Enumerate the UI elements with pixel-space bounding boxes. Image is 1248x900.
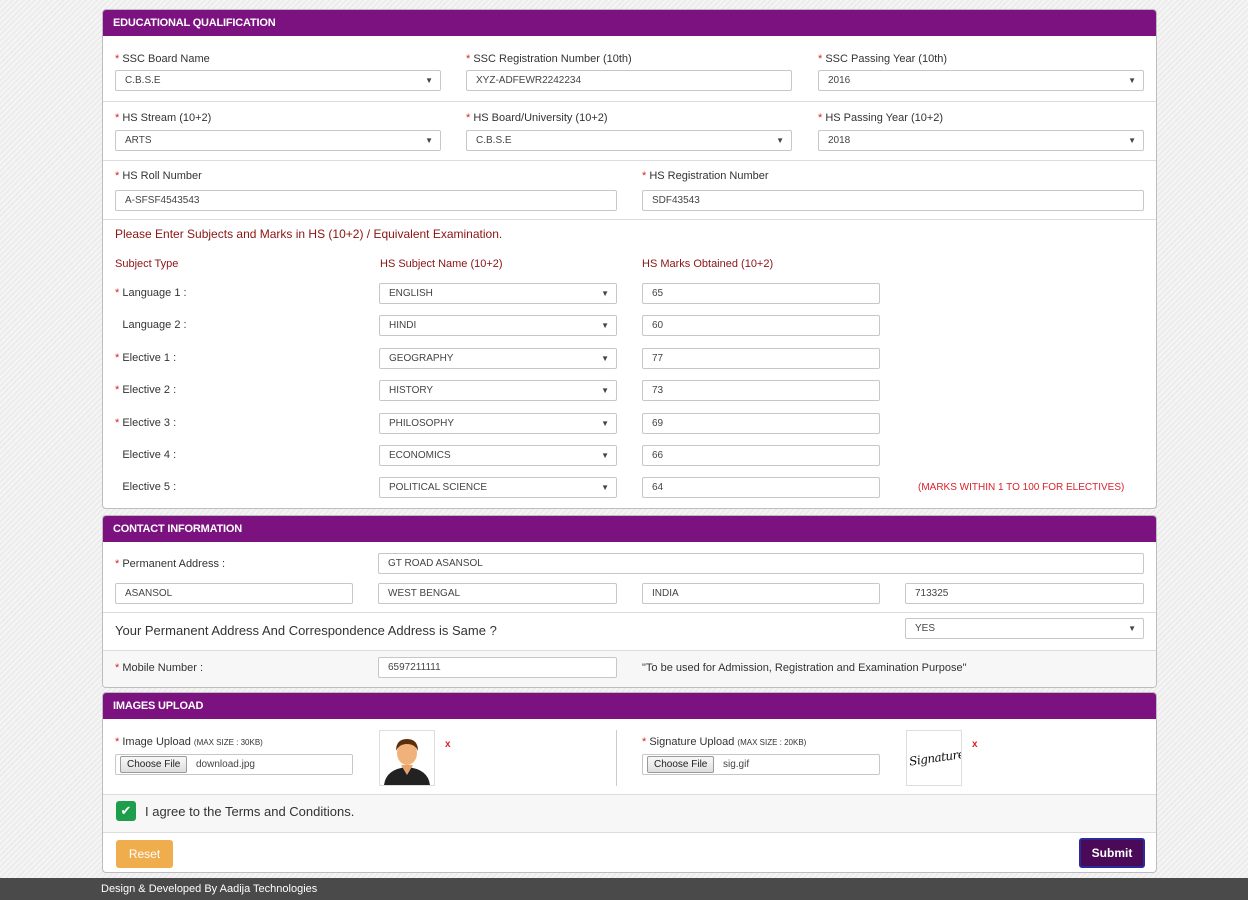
city-input[interactable]: ASANSOL [115, 583, 353, 604]
contact-information-heading: CONTACT INFORMATION [103, 516, 1156, 542]
subject-type-column-header: Subject Type [115, 258, 179, 270]
check-icon: ✔ [120, 803, 132, 818]
contact-information-panel: CONTACT INFORMATION * Permanent Address … [102, 515, 1157, 688]
marks-input[interactable]: 60 [642, 315, 880, 336]
chevron-down-icon: ▼ [601, 289, 609, 298]
chevron-down-icon: ▼ [1128, 624, 1136, 633]
hs-board-select[interactable]: C.B.S.E ▼ [466, 130, 792, 151]
mobile-number-note: "To be used for Admission, Registration … [642, 662, 967, 674]
hs-roll-input[interactable]: A-SFSF4543543 [115, 190, 617, 211]
ssc-passing-year-label: * SSC Passing Year (10th) [818, 53, 948, 65]
footer-credit: Design & Developed By Aadija Technologie… [0, 878, 1248, 900]
chevron-down-icon: ▼ [1128, 76, 1136, 85]
signature-file-input[interactable]: Choose File sig.gif [642, 754, 880, 775]
signature-file-name: sig.gif [723, 759, 750, 770]
subject-type-label: * Elective 3 : [115, 417, 177, 429]
subject-name-select[interactable]: POLITICAL SCIENCE ▼ [379, 477, 617, 498]
educational-qualification-panel: EDUCATIONAL QUALIFICATION * SSC Board Na… [102, 9, 1157, 509]
marks-input[interactable]: 77 [642, 348, 880, 369]
subject-name-column-header: HS Subject Name (10+2) [380, 258, 503, 270]
chevron-down-icon: ▼ [601, 321, 609, 330]
marks-note: (MARKS WITHIN 1 TO 100 FOR ELECTIVES) [918, 482, 1125, 493]
hs-registration-input[interactable]: SDF43543 [642, 190, 1144, 211]
subject-name-select[interactable]: ECONOMICS ▼ [379, 445, 617, 466]
chevron-down-icon: ▼ [776, 136, 784, 145]
remove-signature-icon[interactable]: x [972, 739, 978, 750]
marks-column-header: HS Marks Obtained (10+2) [642, 258, 774, 270]
ssc-board-label: * SSC Board Name [115, 53, 210, 65]
ssc-passing-year-select[interactable]: 2016 ▼ [818, 70, 1144, 91]
subject-name-select[interactable]: PHILOSOPHY ▼ [379, 413, 617, 434]
signature-choose-file-button[interactable]: Choose File [647, 756, 715, 773]
reset-button[interactable]: Reset [116, 840, 173, 868]
marks-input[interactable]: 66 [642, 445, 880, 466]
submit-button[interactable]: Submit [1079, 838, 1145, 868]
mobile-number-label: * Mobile Number : [115, 662, 204, 674]
subject-type-label: * Language 2 : [122, 319, 187, 331]
images-upload-panel: IMAGES UPLOAD * Image Upload (MAX SIZE :… [102, 692, 1157, 873]
country-input[interactable]: INDIA [642, 583, 880, 604]
chevron-down-icon: ▼ [601, 354, 609, 363]
subject-type-label: * Elective 4 : [122, 449, 177, 461]
subject-name-select[interactable]: GEOGRAPHY ▼ [379, 348, 617, 369]
signature-preview: Signature [906, 730, 962, 786]
address-line-input[interactable]: GT ROAD ASANSOL [378, 553, 1144, 574]
same-address-question: Your Permanent Address And Correspondenc… [115, 623, 497, 638]
ssc-board-select[interactable]: C.B.S.E ▼ [115, 70, 441, 91]
hs-passing-year-label: * HS Passing Year (10+2) [818, 112, 944, 124]
image-choose-file-button[interactable]: Choose File [120, 756, 188, 773]
chevron-down-icon: ▼ [1128, 136, 1136, 145]
subject-name-select[interactable]: HINDI ▼ [379, 315, 617, 336]
chevron-down-icon: ▼ [601, 386, 609, 395]
subject-type-label: * Elective 5 : [122, 481, 177, 493]
image-file-name: download.jpg [196, 759, 255, 770]
same-address-select[interactable]: YES ▼ [905, 618, 1144, 639]
image-file-input[interactable]: Choose File download.jpg [115, 754, 353, 775]
state-input[interactable]: WEST BENGAL [378, 583, 617, 604]
subject-name-select[interactable]: HISTORY ▼ [379, 380, 617, 401]
pin-input[interactable]: 713325 [905, 583, 1144, 604]
terms-label: I agree to the Terms and Conditions. [145, 804, 355, 819]
hs-registration-label: * HS Registration Number [642, 170, 769, 182]
subjects-section-title: Please Enter Subjects and Marks in HS (1… [115, 227, 503, 241]
hs-passing-year-select[interactable]: 2018 ▼ [818, 130, 1144, 151]
educational-qualification-heading: EDUCATIONAL QUALIFICATION [103, 10, 1156, 36]
ssc-registration-label: * SSC Registration Number (10th) [466, 53, 632, 65]
hs-board-label: * HS Board/University (10+2) [466, 112, 608, 124]
remove-image-icon[interactable]: x [445, 739, 451, 750]
subject-name-select[interactable]: ENGLISH ▼ [379, 283, 617, 304]
marks-input[interactable]: 64 [642, 477, 880, 498]
subject-type-label: * Elective 1 : [115, 352, 177, 364]
chevron-down-icon: ▼ [601, 483, 609, 492]
marks-input[interactable]: 65 [642, 283, 880, 304]
terms-checkbox[interactable]: ✔ [116, 801, 136, 821]
chevron-down-icon: ▼ [425, 136, 433, 145]
mobile-number-input[interactable]: 6597211111 [378, 657, 617, 678]
marks-input[interactable]: 69 [642, 413, 880, 434]
hs-stream-select[interactable]: ARTS ▼ [115, 130, 441, 151]
images-upload-heading: IMAGES UPLOAD [103, 693, 1156, 719]
ssc-registration-input[interactable]: XYZ-ADFEWR2242234 [466, 70, 792, 91]
chevron-down-icon: ▼ [425, 76, 433, 85]
hs-roll-label: * HS Roll Number [115, 170, 202, 182]
chevron-down-icon: ▼ [601, 451, 609, 460]
hs-stream-label: * HS Stream (10+2) [115, 112, 212, 124]
user-photo-preview [379, 730, 435, 786]
subject-type-label: * Elective 2 : [115, 384, 177, 396]
marks-input[interactable]: 73 [642, 380, 880, 401]
signature-upload-label: * Signature Upload (MAX SIZE : 20KB) [642, 736, 807, 748]
permanent-address-label: * Permanent Address : [115, 558, 226, 570]
subject-type-label: * Language 1 : [115, 287, 187, 299]
chevron-down-icon: ▼ [601, 419, 609, 428]
image-upload-label: * Image Upload (MAX SIZE : 30KB) [115, 736, 263, 748]
